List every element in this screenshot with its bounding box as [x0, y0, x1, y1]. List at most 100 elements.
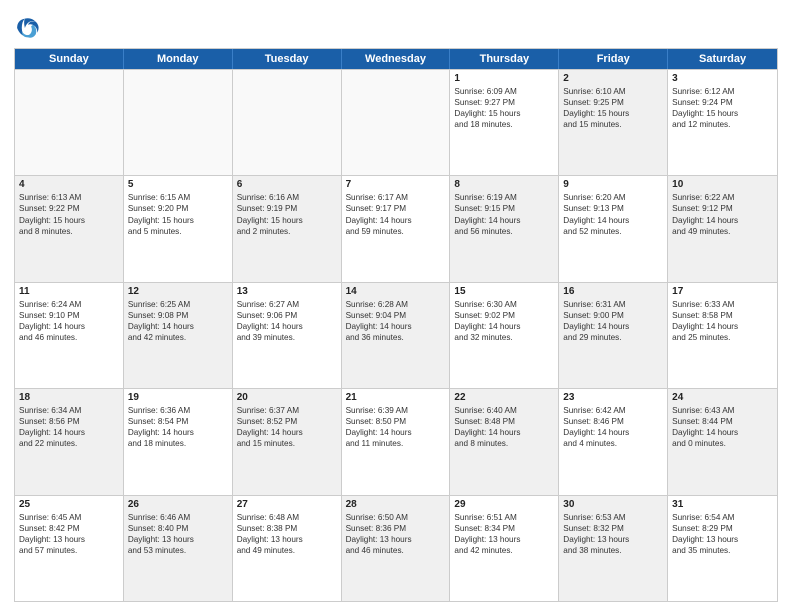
calendar-cell: 9Sunrise: 6:20 AMSunset: 9:13 PMDaylight… [559, 176, 668, 281]
cell-info-line: Sunset: 8:40 PM [128, 523, 228, 534]
calendar-week-1: 1Sunrise: 6:09 AMSunset: 9:27 PMDaylight… [15, 69, 777, 175]
cell-info-line: and 36 minutes. [346, 332, 446, 343]
cell-info-line: Daylight: 13 hours [346, 534, 446, 545]
calendar-cell: 13Sunrise: 6:27 AMSunset: 9:06 PMDayligh… [233, 283, 342, 388]
cell-info-line: Sunrise: 6:54 AM [672, 512, 773, 523]
calendar-cell [124, 70, 233, 175]
day-number: 21 [346, 392, 446, 403]
cell-info-line: Daylight: 14 hours [237, 321, 337, 332]
calendar-cell: 11Sunrise: 6:24 AMSunset: 9:10 PMDayligh… [15, 283, 124, 388]
day-number: 23 [563, 392, 663, 403]
cell-info-line: and 35 minutes. [672, 545, 773, 556]
cell-info-line: and 57 minutes. [19, 545, 119, 556]
cell-info-line: Sunset: 9:15 PM [454, 203, 554, 214]
cell-info-line: Sunrise: 6:19 AM [454, 192, 554, 203]
cell-info-line: and 15 minutes. [237, 438, 337, 449]
calendar-cell: 4Sunrise: 6:13 AMSunset: 9:22 PMDaylight… [15, 176, 124, 281]
cell-info-line: Sunset: 9:02 PM [454, 310, 554, 321]
cell-info-line: Sunrise: 6:45 AM [19, 512, 119, 523]
cell-info-line: and 46 minutes. [19, 332, 119, 343]
cell-info-line: Sunrise: 6:13 AM [19, 192, 119, 203]
calendar-cell: 24Sunrise: 6:43 AMSunset: 8:44 PMDayligh… [668, 389, 777, 494]
logo-icon [14, 14, 42, 42]
calendar-cell: 27Sunrise: 6:48 AMSunset: 8:38 PMDayligh… [233, 496, 342, 601]
calendar-cell [15, 70, 124, 175]
calendar-cell: 21 Sunrise: 6:39 AMSunset: 8:50 PMDayligh… [342, 389, 451, 494]
day-number: 29 [454, 499, 554, 510]
calendar-cell: 7Sunrise: 6:17 AMSunset: 9:17 PMDaylight… [342, 176, 451, 281]
cell-info-line: Daylight: 15 hours [672, 108, 773, 119]
cell-info-line: and 42 minutes. [128, 332, 228, 343]
cell-info-line: Sunrise: 6:22 AM [672, 192, 773, 203]
calendar-cell [233, 70, 342, 175]
calendar-cell: 3Sunrise: 6:12 AMSunset: 9:24 PMDaylight… [668, 70, 777, 175]
cell-info-line: Sunset: 9:22 PM [19, 203, 119, 214]
calendar-cell: 12Sunrise: 6:25 AMSunset: 9:08 PMDayligh… [124, 283, 233, 388]
cell-info-line: Sunrise: 6:30 AM [454, 299, 554, 310]
header-day-sunday: Sunday [15, 49, 124, 69]
cell-info-line: Sunrise: 6:48 AM [237, 512, 337, 523]
calendar-week-5: 25Sunrise: 6:45 AMSunset: 8:42 PMDayligh… [15, 495, 777, 601]
cell-info-line: Daylight: 14 hours [346, 321, 446, 332]
cell-info-line: Daylight: 14 hours [237, 427, 337, 438]
cell-info-line: Daylight: 14 hours [563, 215, 663, 226]
cell-info-line: and 11 minutes. [346, 438, 446, 449]
calendar-cell: 8Sunrise: 6:19 AMSunset: 9:15 PMDaylight… [450, 176, 559, 281]
cell-info-line: Sunset: 8:38 PM [237, 523, 337, 534]
day-number: 6 [237, 179, 337, 190]
cell-info-line: Sunset: 9:06 PM [237, 310, 337, 321]
cell-info-line: Sunset: 8:54 PM [128, 416, 228, 427]
cell-info-line: and 56 minutes. [454, 226, 554, 237]
cell-info-line: Daylight: 14 hours [19, 321, 119, 332]
cell-info-line: Sunset: 8:58 PM [672, 310, 773, 321]
cell-info-line: Sunset: 9:10 PM [19, 310, 119, 321]
calendar-cell: 30Sunrise: 6:53 AMSunset: 8:32 PMDayligh… [559, 496, 668, 601]
page: SundayMondayTuesdayWednesdayThursdayFrid… [0, 0, 792, 612]
calendar-body: 1Sunrise: 6:09 AMSunset: 9:27 PMDaylight… [15, 69, 777, 601]
cell-info-line: Sunset: 9:20 PM [128, 203, 228, 214]
header-day-tuesday: Tuesday [233, 49, 342, 69]
cell-info-line: Sunset: 9:25 PM [563, 97, 663, 108]
cell-info-line: and 42 minutes. [454, 545, 554, 556]
cell-info-line: Daylight: 14 hours [346, 427, 446, 438]
cell-info-line: and 52 minutes. [563, 226, 663, 237]
cell-info-line: Sunset: 9:04 PM [346, 310, 446, 321]
cell-info-line: Daylight: 14 hours [454, 215, 554, 226]
cell-info-line: Sunrise: 6:12 AM [672, 86, 773, 97]
cell-info-line: and 0 minutes. [672, 438, 773, 449]
calendar-cell: 29Sunrise: 6:51 AMSunset: 8:34 PMDayligh… [450, 496, 559, 601]
day-number: 30 [563, 499, 663, 510]
cell-info-line: Daylight: 15 hours [237, 215, 337, 226]
cell-info-line: and 8 minutes. [454, 438, 554, 449]
day-number: 16 [563, 286, 663, 297]
calendar-cell: 26Sunrise: 6:46 AMSunset: 8:40 PMDayligh… [124, 496, 233, 601]
cell-info-line: and 29 minutes. [563, 332, 663, 343]
cell-info-line: Sunrise: 6:27 AM [237, 299, 337, 310]
cell-info-line: Sunset: 8:48 PM [454, 416, 554, 427]
header-day-wednesday: Wednesday [342, 49, 451, 69]
cell-info-line: Sunrise: 6:39 AM [346, 405, 446, 416]
calendar: SundayMondayTuesdayWednesdayThursdayFrid… [14, 48, 778, 602]
cell-info-line: Sunset: 9:00 PM [563, 310, 663, 321]
cell-info-line: Daylight: 15 hours [19, 215, 119, 226]
day-number: 27 [237, 499, 337, 510]
cell-info-line: Daylight: 14 hours [672, 427, 773, 438]
calendar-cell: 6 Sunrise: 6:16 AMSunset: 9:19 PMDaylight… [233, 176, 342, 281]
day-number: 19 [128, 392, 228, 403]
cell-info-line: Daylight: 14 hours [19, 427, 119, 438]
cell-info-line: and 15 minutes. [563, 119, 663, 130]
day-number: 17 [672, 286, 773, 297]
day-number: 31 [672, 499, 773, 510]
day-number: 9 [563, 179, 663, 190]
cell-info-line: Sunset: 8:42 PM [19, 523, 119, 534]
cell-info-line: Daylight: 14 hours [563, 427, 663, 438]
cell-info-line: Sunset: 8:50 PM [346, 416, 446, 427]
cell-info-line: Daylight: 14 hours [128, 321, 228, 332]
day-number: 1 [454, 73, 554, 84]
cell-info-line: Sunset: 9:19 PM [237, 203, 337, 214]
cell-info-line: Sunrise: 6:16 AM [237, 192, 337, 203]
day-number: 15 [454, 286, 554, 297]
cell-info-line: and 25 minutes. [672, 332, 773, 343]
cell-info-line: and 32 minutes. [454, 332, 554, 343]
cell-info-line: Sunrise: 6:31 AM [563, 299, 663, 310]
